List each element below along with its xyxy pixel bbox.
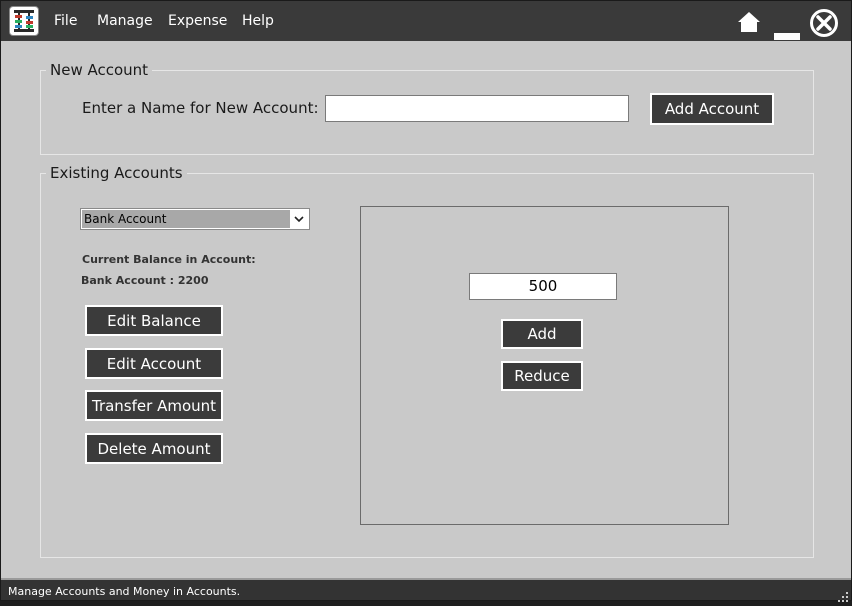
existing-accounts-group-title: Existing Accounts — [46, 164, 187, 182]
balance-label: Current Balance in Account: — [82, 253, 256, 266]
account-name-input[interactable] — [325, 95, 629, 122]
title-bar: File Manage Expense Help — [1, 1, 851, 41]
close-icon[interactable] — [809, 8, 839, 42]
account-select[interactable]: Bank Account — [80, 208, 310, 230]
balance-value: Bank Account : 2200 — [81, 274, 209, 287]
home-icon[interactable] — [737, 11, 761, 37]
edit-account-button[interactable]: Edit Account — [85, 348, 223, 379]
new-account-group-title: New Account — [46, 61, 153, 79]
delete-amount-button[interactable]: Delete Amount — [85, 433, 223, 464]
resize-grip-icon[interactable] — [838, 587, 848, 602]
edit-balance-button[interactable]: Edit Balance — [85, 305, 223, 336]
menu-help[interactable]: Help — [242, 13, 274, 29]
transfer-amount-button[interactable]: Transfer Amount — [85, 390, 223, 421]
amount-input[interactable]: 500 — [469, 273, 617, 300]
chevron-down-icon[interactable] — [292, 211, 306, 227]
status-text: Manage Accounts and Money in Accounts. — [8, 585, 241, 598]
add-amount-button[interactable]: Add — [501, 319, 583, 349]
account-name-label: Enter a Name for New Account: — [82, 99, 319, 117]
menu-file[interactable]: File — [54, 13, 77, 29]
menu-expense[interactable]: Expense — [168, 13, 227, 29]
reduce-amount-button[interactable]: Reduce — [501, 361, 583, 391]
minimize-icon[interactable] — [774, 26, 800, 45]
app-window: File Manage Expense Help New Account Ent… — [0, 0, 852, 602]
app-logo-icon[interactable] — [9, 6, 39, 36]
menu-manage[interactable]: Manage — [97, 13, 153, 29]
add-account-button[interactable]: Add Account — [650, 93, 774, 125]
status-bar: Manage Accounts and Money in Accounts. — [1, 578, 851, 602]
account-select-value: Bank Account — [82, 210, 290, 228]
